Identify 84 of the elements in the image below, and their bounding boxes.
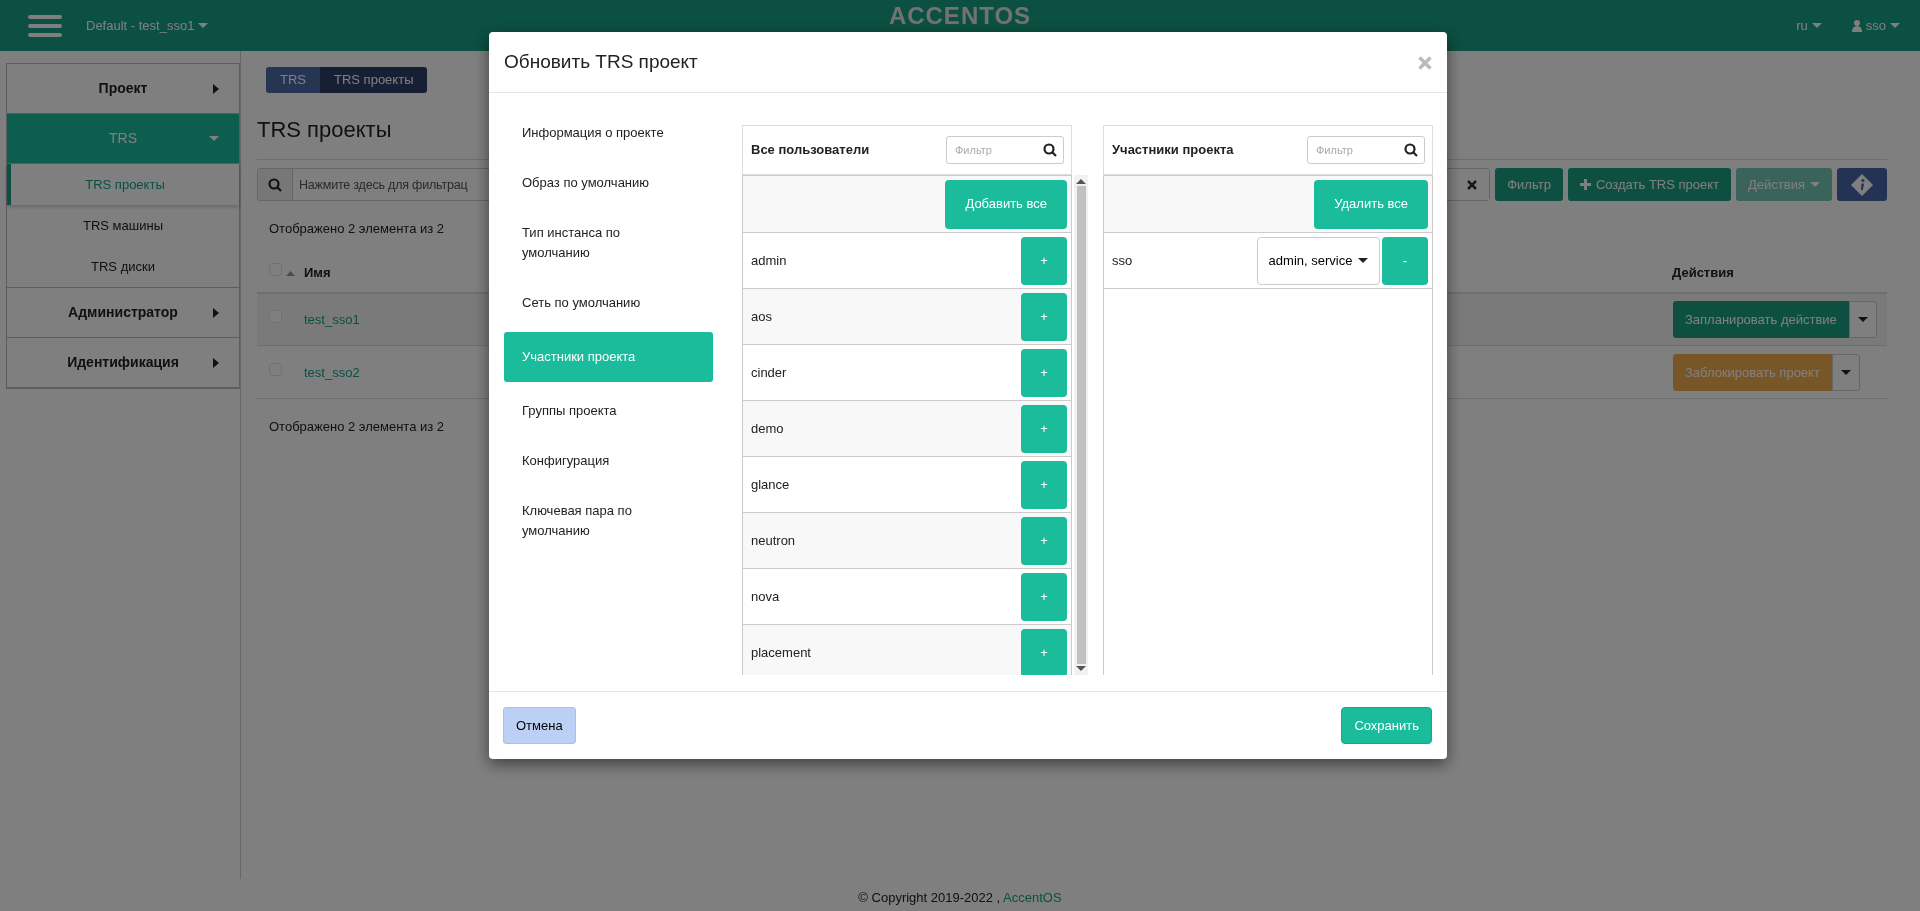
caret-icon	[213, 83, 219, 94]
user-name: aos	[751, 307, 772, 326]
dialog-title: Обновить TRS проект	[504, 50, 698, 74]
logo: ACCENTOS	[888, 4, 1032, 28]
action-button[interactable]: Запланировать действие	[1673, 301, 1849, 339]
action-button[interactable]: Заблокировать проект	[1673, 353, 1832, 391]
info-button[interactable]	[1837, 168, 1887, 202]
user-name: admin	[751, 251, 787, 270]
user-name: cinder	[751, 363, 787, 382]
user-menu[interactable]: sso	[1851, 15, 1900, 36]
search-icon	[1404, 143, 1418, 157]
step-tab[interactable]: Тип инстанса по умолчанию	[504, 208, 713, 278]
step-tab[interactable]: Сеть по умолчанию	[504, 278, 713, 328]
info-icon	[1851, 173, 1873, 196]
step-tab[interactable]: Конфигурация	[504, 436, 713, 486]
add-user-button[interactable]: +	[1021, 404, 1067, 453]
caret-icon	[1811, 23, 1822, 28]
add-user-button[interactable]: +	[1021, 236, 1067, 285]
create-button[interactable]: Создать TRS проект	[1567, 168, 1732, 202]
user-name: glance	[751, 475, 790, 494]
caret-icon	[213, 307, 219, 318]
caret-icon	[1076, 179, 1086, 184]
dropdown-toggle-button[interactable]	[1831, 353, 1860, 391]
breadcrumb-item[interactable]: TRS	[266, 67, 320, 93]
language-menu[interactable]: ru	[1796, 15, 1822, 36]
scrollbar[interactable]	[1074, 175, 1088, 675]
search-icon	[268, 177, 282, 192]
user-name: neutron	[751, 531, 796, 550]
copyright-text: © Copyright 2019-2022 , AccentOS	[857, 889, 1063, 907]
close-icon	[1467, 179, 1478, 190]
add-user-button[interactable]: +	[1021, 628, 1067, 675]
project-link[interactable]: test_sso2	[304, 364, 360, 380]
caret-icon	[213, 357, 219, 368]
add-user-button[interactable]: +	[1021, 516, 1067, 565]
remove-user-button[interactable]: -	[1382, 236, 1428, 285]
step-tab[interactable]: Образ по умолчанию	[504, 158, 713, 208]
column-header[interactable]: Имя	[304, 264, 331, 280]
sidebar-subitem[interactable]: TRS машины	[7, 205, 239, 246]
project-link[interactable]: test_sso1	[304, 311, 360, 327]
caret-icon	[209, 136, 219, 141]
summary-text: Отображено 2 элемента из 2	[269, 418, 445, 437]
add-all-button[interactable]: Добавить все	[945, 179, 1067, 229]
add-user-button[interactable]: +	[1021, 292, 1067, 341]
panel-title: Все пользователи	[751, 141, 870, 160]
save-button[interactable]: Сохранить	[1341, 707, 1432, 744]
sidebar-subitem[interactable]: TRS проекты	[7, 164, 239, 205]
search-icon	[1043, 143, 1057, 157]
footer-link[interactable]: AccentOS	[1003, 890, 1062, 905]
cancel-button[interactable]: Отмена	[503, 707, 576, 744]
remove-all-button[interactable]: Удалить все	[1314, 179, 1428, 229]
user-name: nova	[751, 587, 780, 606]
role-select[interactable]: admin, service	[1257, 236, 1380, 285]
sidebar-subitem[interactable]: TRS диски	[7, 246, 239, 287]
column-header[interactable]: Действия	[1672, 264, 1734, 280]
project-selector[interactable]: Default - test_sso1	[86, 15, 209, 36]
caret-icon	[1840, 369, 1851, 375]
step-tab[interactable]: Ключевая пара по умолчанию	[504, 486, 713, 556]
panel-title: Участники проекта	[1112, 141, 1234, 160]
filter-field[interactable]: Фильтр	[946, 136, 1064, 164]
caret-icon	[198, 23, 209, 28]
sort-icon	[286, 270, 295, 276]
user-name: placement	[751, 643, 811, 662]
user-icon	[1851, 19, 1862, 32]
caret-icon	[1358, 258, 1369, 263]
dropdown-toggle-button[interactable]	[1848, 301, 1877, 339]
caret-icon	[1890, 23, 1900, 28]
add-user-button[interactable]: +	[1021, 572, 1067, 621]
caret-icon	[1076, 666, 1086, 671]
step-tab[interactable]: Участники проекта	[504, 332, 713, 382]
filter-button[interactable]: Фильтр	[1495, 168, 1563, 202]
breadcrumb-item[interactable]: TRS проекты	[320, 67, 428, 93]
user-name: demo	[751, 419, 784, 438]
add-user-button[interactable]: +	[1021, 348, 1067, 397]
plus-icon	[1579, 179, 1591, 191]
add-user-button[interactable]: +	[1021, 460, 1067, 509]
sidebar-item[interactable]: TRS	[7, 114, 239, 164]
project-name: Default - test_sso1	[86, 16, 195, 35]
filter-field[interactable]: Фильтр	[1307, 136, 1425, 164]
step-tab[interactable]: Группы проекта	[504, 386, 713, 436]
caret-icon	[1857, 317, 1868, 323]
user-name: sso	[1112, 251, 1133, 270]
menu-icon	[28, 13, 62, 38]
close-icon	[1418, 55, 1432, 70]
summary-text: Отображено 2 элемента из 2	[269, 220, 445, 239]
